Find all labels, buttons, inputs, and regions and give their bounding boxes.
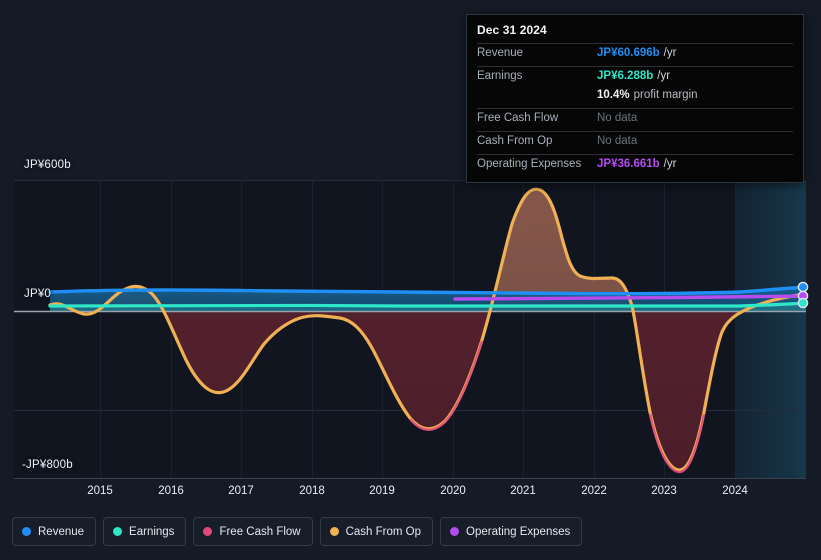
tooltip-key-free-cash-flow: Free Cash Flow — [477, 112, 559, 124]
legend-dot-icon-cash-from-op — [329, 527, 339, 536]
legend-label-revenue: Revenue — [38, 525, 85, 538]
tooltip-value-operating-expenses: JP¥36.661b — [597, 158, 660, 170]
y-axis-label-top: JP¥600b — [24, 159, 71, 171]
x-axis-tick-2016: 2016 — [158, 485, 184, 497]
x-axis-tick-2017: 2017 — [228, 485, 254, 497]
tooltip-key-earnings: Earnings — [477, 70, 523, 82]
series-endpoint-markers — [797, 281, 809, 309]
tooltip-unit-revenue: /yr — [663, 47, 677, 59]
tooltip-label-profit-margin: profit margin — [633, 89, 698, 101]
legend-dot-icon-revenue — [22, 527, 31, 536]
x-axis-tick-2018: 2018 — [299, 485, 325, 497]
tooltip-key-cash-from-op: Cash From Op — [477, 135, 553, 147]
tooltip-value-cash-from-op: No data — [597, 135, 638, 147]
legend-dot-icon-free-cash-flow — [203, 527, 213, 536]
x-axis-tick-2019: 2019 — [369, 485, 395, 497]
legend-item-cash-from-op[interactable]: Cash From Op — [319, 517, 434, 546]
legend-item-earnings[interactable]: Earnings — [103, 517, 187, 546]
tooltip-value-earnings: JP¥6.288b — [597, 70, 654, 82]
x-axis-tick-2023: 2023 — [651, 485, 677, 497]
legend-item-free-cash-flow[interactable]: Free Cash Flow — [193, 517, 313, 546]
tooltip-row-revenue: Revenue JP¥60.696b /yr — [477, 43, 793, 66]
tooltip-key-operating-expenses: Operating Expenses — [477, 158, 582, 170]
y-axis-label-bottom: -JP¥800b — [22, 459, 73, 471]
legend-label-operating-expenses: Operating Expenses — [466, 525, 571, 538]
x-axis-tick-2020: 2020 — [440, 485, 466, 497]
tooltip-key-revenue: Revenue — [477, 47, 524, 59]
legend-item-revenue[interactable]: Revenue — [12, 517, 97, 546]
tooltip-value-profit-margin: 10.4% — [597, 89, 630, 101]
tooltip-row-free-cash-flow: Free Cash Flow No data — [477, 108, 793, 131]
y-axis-label-zero: JP¥0 — [24, 288, 52, 300]
x-axis-tick-2015: 2015 — [87, 485, 113, 497]
forecast-region — [735, 180, 806, 478]
tooltip-row-earnings: Earnings JP¥6.288b /yr — [477, 66, 793, 89]
tooltip-date: Dec 31 2024 — [477, 23, 547, 37]
legend-label-cash-from-op: Cash From Op — [345, 525, 422, 538]
legend-label-earnings: Earnings — [129, 525, 175, 538]
legend-label-free-cash-flow: Free Cash Flow — [219, 525, 301, 538]
x-axis-tick-2024: 2024 — [722, 485, 748, 497]
legend-dot-icon-operating-expenses — [450, 527, 460, 536]
chart-legend: Revenue Earnings Free Cash Flow Cash Fro… — [12, 517, 583, 546]
x-axis-tick-2022: 2022 — [581, 485, 607, 497]
tooltip-unit-earnings: /yr — [657, 70, 671, 82]
tooltip-row-profit-margin: 10.4% profit margin — [477, 89, 793, 108]
x-axis-tick-2021: 2021 — [510, 485, 536, 497]
chart-tooltip: Dec 31 2024 Revenue JP¥60.696b /yr Earni… — [466, 14, 804, 183]
tooltip-unit-operating-expenses: /yr — [663, 158, 677, 170]
legend-dot-icon-earnings — [113, 527, 123, 536]
legend-item-operating-expenses[interactable]: Operating Expenses — [440, 517, 583, 546]
tooltip-row-cash-from-op: Cash From Op No data — [477, 131, 793, 154]
tooltip-value-revenue: JP¥60.696b — [597, 47, 660, 59]
tooltip-row-operating-expenses: Operating Expenses JP¥36.661b /yr — [477, 154, 793, 177]
tooltip-value-free-cash-flow: No data — [597, 112, 638, 124]
